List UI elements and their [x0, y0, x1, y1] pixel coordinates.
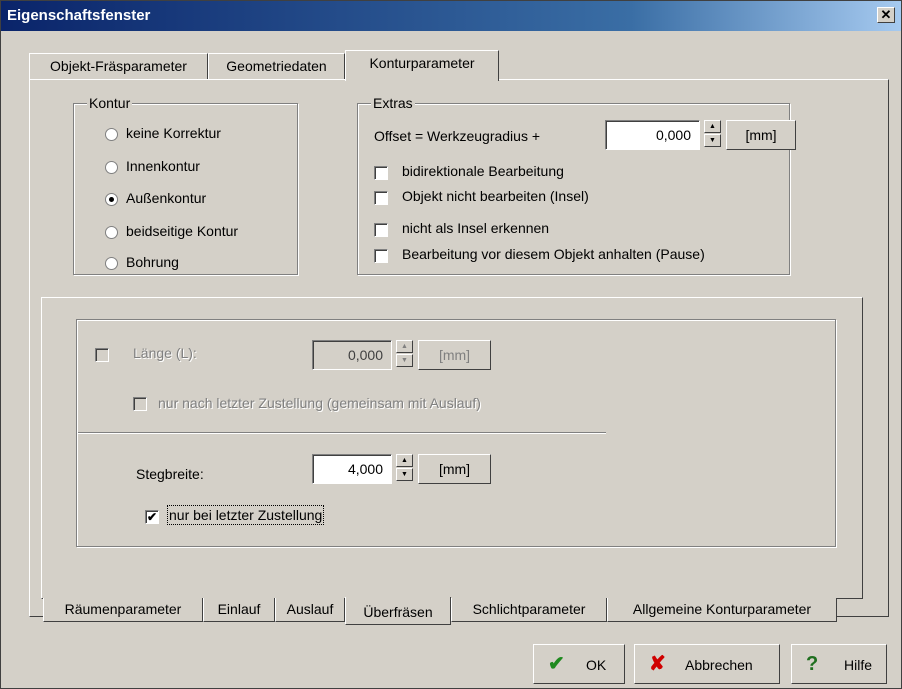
tab-geometriedaten[interactable]: Geometriedaten [208, 53, 345, 79]
ok-button[interactable]: ✔ OK [533, 644, 625, 684]
help-icon: ? [806, 653, 819, 675]
radio-aussenkontur[interactable] [105, 193, 118, 206]
laenge-unit-button[interactable]: [mm] [418, 340, 491, 370]
separator [78, 432, 606, 434]
title-bar[interactable]: Eigenschaftsfenster ✕ [1, 1, 901, 31]
spin-up-icon[interactable]: ▲ [396, 340, 413, 353]
stegbreite-unit-button[interactable]: [mm] [418, 454, 491, 484]
radio-beidseitige-kontur[interactable] [105, 226, 118, 239]
radio-bohrung[interactable] [105, 257, 118, 270]
check-nicht-als-insel[interactable] [374, 223, 388, 237]
offset-unit-button[interactable]: [mm] [726, 120, 796, 150]
check-label: Objekt nicht bearbeiten (Insel) [402, 188, 589, 204]
radio-label: beidseitige Kontur [126, 223, 239, 239]
offset-spinner[interactable]: ▲ ▼ [704, 120, 721, 150]
spin-down-icon[interactable]: ▼ [396, 354, 413, 367]
checkmark-icon: ✔ [548, 653, 565, 675]
tab-schlichtparameter[interactable]: Schlichtparameter [451, 598, 607, 622]
radio-label: Bohrung [126, 254, 179, 270]
check-pause[interactable] [374, 249, 388, 263]
tab-ueberfraesen[interactable]: Überfräsen [345, 597, 451, 625]
offset-input[interactable]: 0,000 [605, 120, 700, 150]
check-laenge[interactable] [95, 348, 109, 362]
spin-down-icon[interactable]: ▼ [704, 134, 721, 147]
offset-label: Offset = Werkzeugradius + [374, 128, 541, 144]
spin-up-icon[interactable]: ▲ [704, 120, 721, 133]
laenge-label: Länge (L): [133, 345, 197, 361]
tab-objekt-fraesparameter[interactable]: Objekt-Fräsparameter [29, 53, 208, 79]
radio-label: Außenkontur [126, 190, 207, 206]
radio-innenkontur[interactable] [105, 161, 118, 174]
nur-bei-label: nur bei letzter Zustellung [166, 505, 325, 525]
laenge-spinner[interactable]: ▲ ▼ [396, 340, 413, 370]
check-label: bidirektionale Bearbeitung [402, 163, 564, 179]
properties-dialog: Eigenschaftsfenster ✕ Objekt-Fräsparamet… [0, 0, 902, 689]
extras-legend: Extras [371, 95, 415, 111]
radio-label: keine Korrektur [126, 125, 221, 141]
tab-einlauf[interactable]: Einlauf [203, 598, 275, 622]
radio-label: Innenkontur [126, 158, 200, 174]
spin-up-icon[interactable]: ▲ [396, 454, 413, 467]
check-nur-nach-letzter[interactable] [133, 397, 147, 411]
spin-down-icon[interactable]: ▼ [396, 468, 413, 481]
check-nur-bei-letzter[interactable]: ✔ [145, 510, 159, 524]
tab-allgemeine-konturparameter[interactable]: Allgemeine Konturparameter [607, 598, 837, 622]
check-label: nicht als Insel erkennen [402, 220, 550, 236]
cancel-button[interactable]: ✘ Abbrechen [634, 644, 780, 684]
stegbreite-input[interactable]: 4,000 [312, 454, 392, 484]
window-title: Eigenschaftsfenster [7, 7, 151, 24]
close-button[interactable]: ✕ [877, 7, 895, 23]
help-button[interactable]: ? Hilfe [791, 644, 887, 684]
close-icon: ✕ [880, 7, 892, 22]
kontur-legend: Kontur [87, 95, 133, 111]
laenge-input[interactable]: 0,000 [312, 340, 392, 370]
tab-raeumenparameter[interactable]: Räumenparameter [43, 598, 203, 622]
check-label: Bearbeitung vor diesem Objekt anhalten (… [402, 246, 705, 262]
tab-auslauf[interactable]: Auslauf [275, 598, 345, 622]
tab-konturparameter[interactable]: Konturparameter [345, 50, 499, 81]
radio-keine-korrektur[interactable] [105, 128, 118, 141]
stegbreite-label: Stegbreite: [136, 466, 204, 482]
check-bidirektional[interactable] [374, 166, 388, 180]
cross-icon: ✘ [649, 653, 666, 675]
nur-nach-label: nur nach letzter Zustellung (gemeinsam m… [158, 395, 481, 411]
check-objekt-nicht-bearbeiten[interactable] [374, 191, 388, 205]
stegbreite-spinner[interactable]: ▲ ▼ [396, 454, 413, 484]
